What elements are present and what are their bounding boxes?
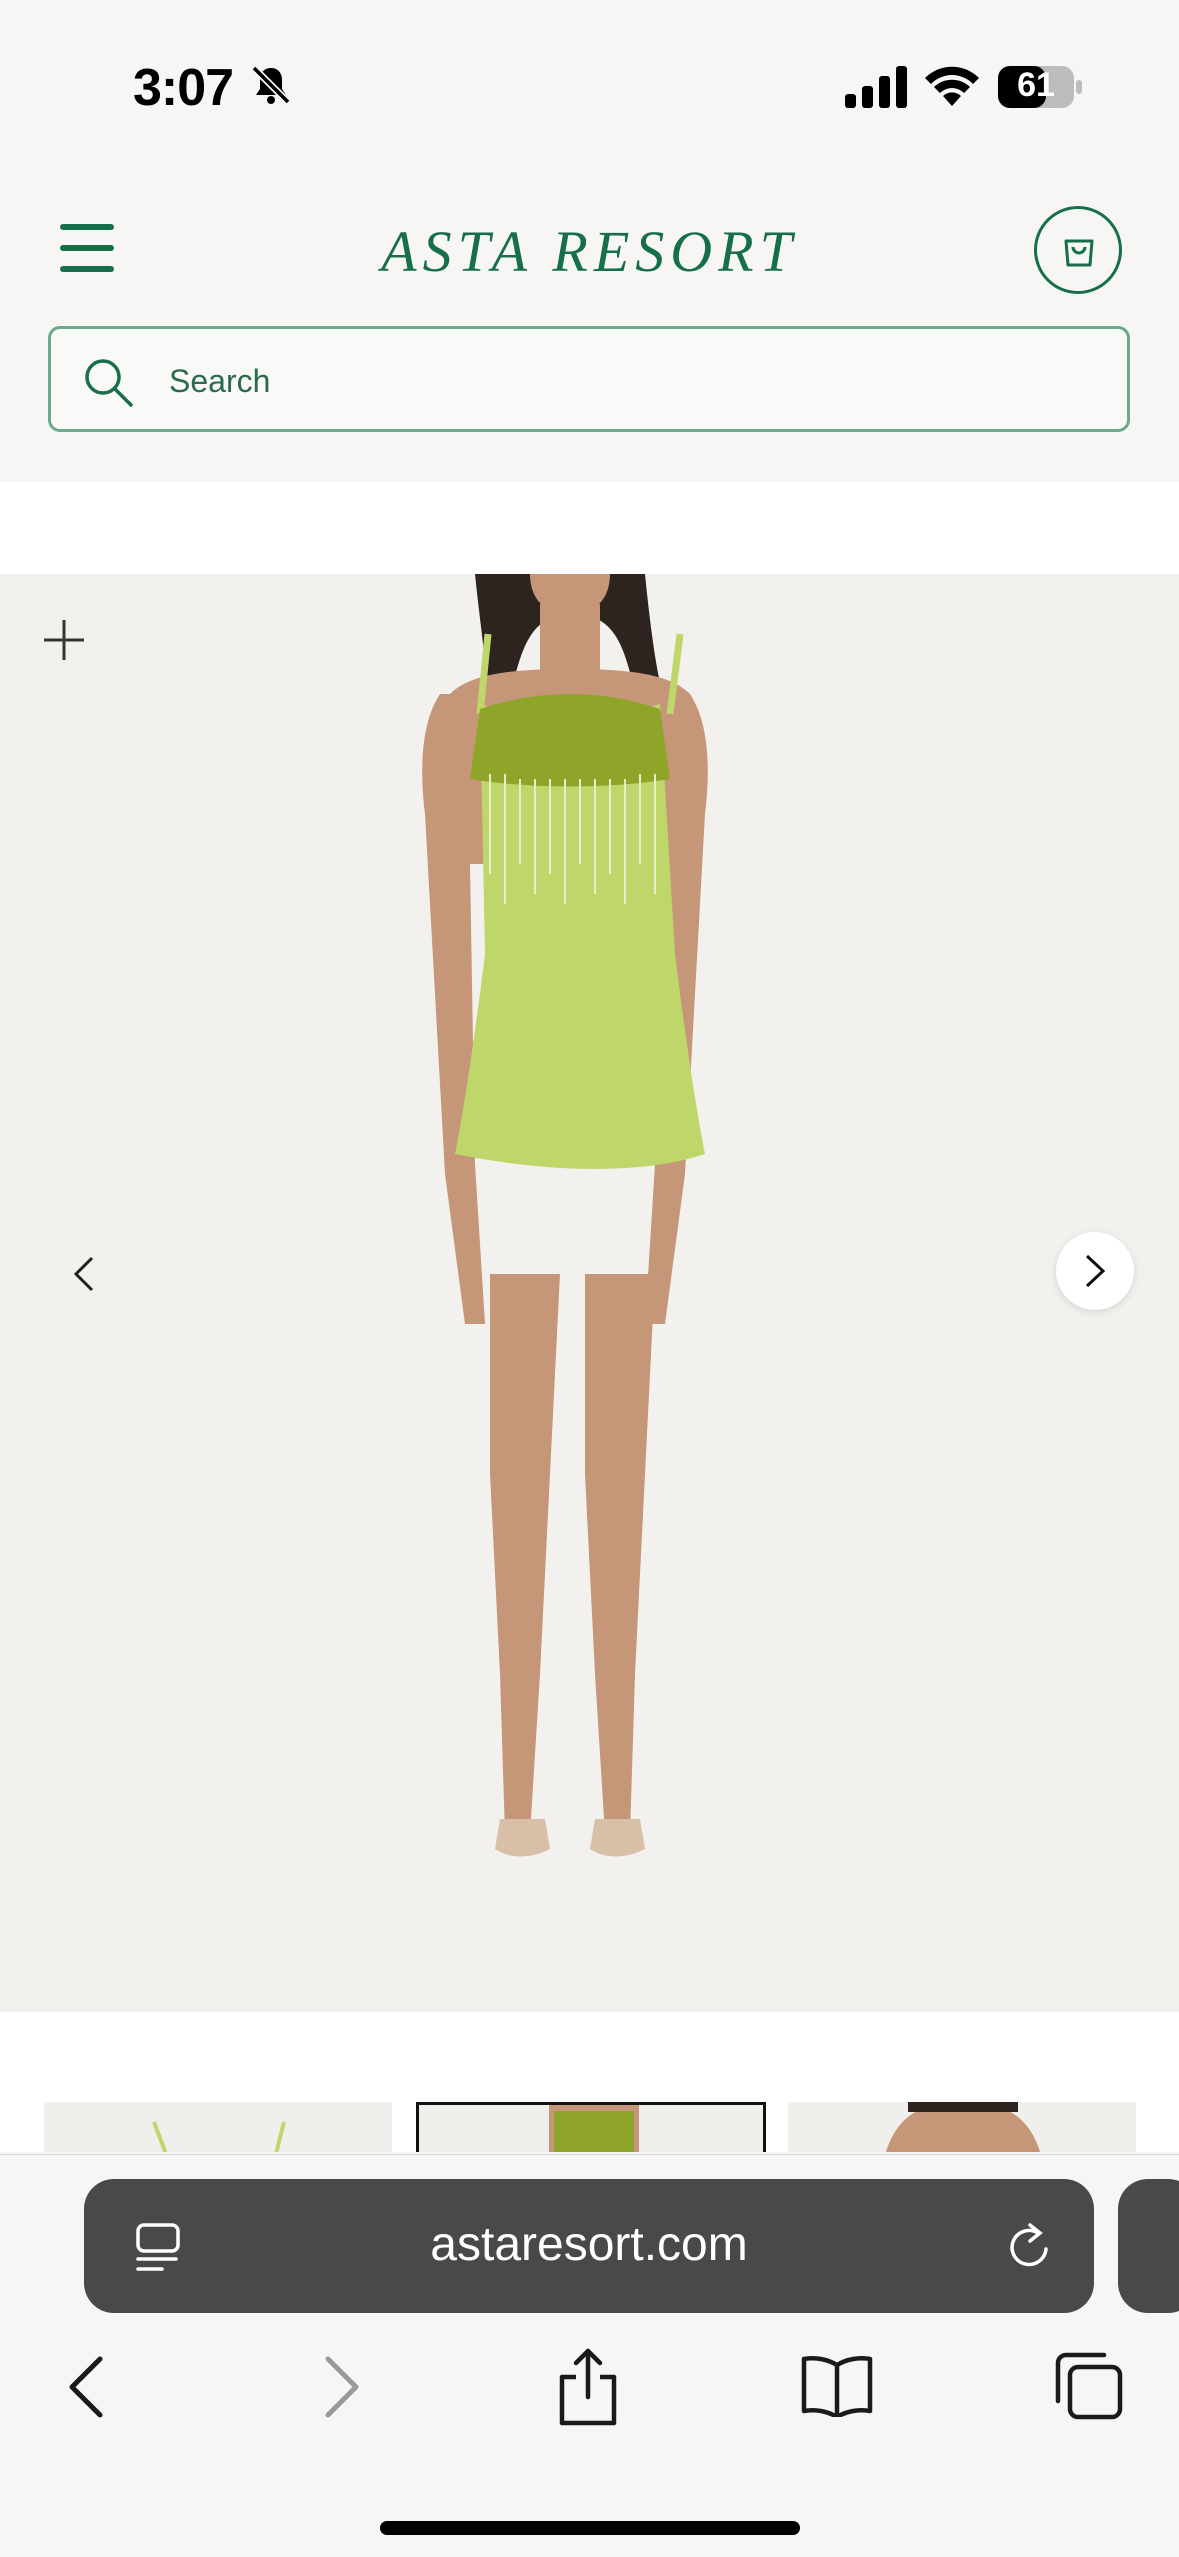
home-indicator[interactable] xyxy=(380,2521,800,2535)
forward-icon[interactable] xyxy=(322,2355,362,2419)
thumbnail-2[interactable] xyxy=(416,2102,766,2152)
signal-icon xyxy=(845,66,907,108)
brand-logo[interactable]: ASTA RESORT xyxy=(0,218,1179,285)
bookmarks-icon[interactable] xyxy=(800,2355,874,2417)
address-bar[interactable]: astaresort.com xyxy=(84,2179,1094,2313)
product-photo xyxy=(422,574,708,1857)
battery-icon: 61 xyxy=(998,66,1082,108)
next-image-button[interactable] xyxy=(1056,1232,1134,1310)
search-icon xyxy=(85,359,133,407)
thumbnail-1[interactable] xyxy=(44,2102,392,2152)
status-bar: 3:07 61 xyxy=(0,0,1179,160)
url-text: astaresort.com xyxy=(430,2218,748,2271)
thumbnail-3[interactable] xyxy=(788,2102,1136,2152)
spacer xyxy=(0,482,1179,574)
bell-slash-icon xyxy=(251,65,291,105)
wifi-icon xyxy=(925,66,979,106)
reload-icon[interactable] xyxy=(1002,2219,1058,2275)
product-image-gallery[interactable] xyxy=(0,574,1179,2012)
status-time: 3:07 xyxy=(133,59,234,117)
share-icon[interactable] xyxy=(556,2347,620,2427)
spacer xyxy=(0,2012,1179,2102)
search-input[interactable] xyxy=(167,351,1071,411)
chevron-right-icon xyxy=(1085,1254,1106,1288)
battery-level: 61 xyxy=(1017,66,1055,104)
site-header: ASTA RESORT xyxy=(0,160,1179,482)
search-bar[interactable] xyxy=(48,326,1130,432)
back-icon[interactable] xyxy=(66,2355,106,2419)
bag-icon xyxy=(1064,239,1094,267)
browser-toolbar: astaresort.com xyxy=(0,2154,1179,2557)
thumbnail-strip xyxy=(0,2102,1179,2152)
tabs-icon[interactable] xyxy=(1054,2351,1124,2421)
chevron-left-icon[interactable] xyxy=(70,1254,98,1294)
next-tab-preview[interactable] xyxy=(1118,2179,1179,2313)
cart-button[interactable] xyxy=(1034,206,1122,294)
plus-icon[interactable] xyxy=(42,618,86,662)
